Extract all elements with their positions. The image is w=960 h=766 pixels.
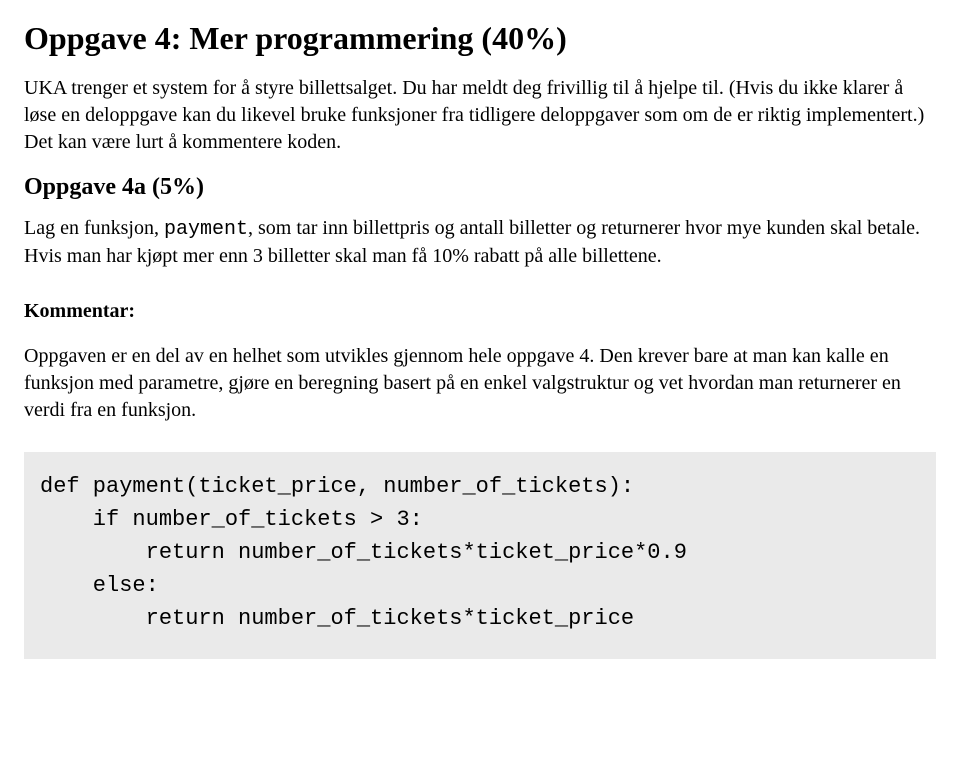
intro-paragraph: UKA trenger et system for å styre billet…	[24, 75, 936, 156]
subtask-text-prefix: Lag en funksjon,	[24, 217, 164, 239]
kommentar-label: Kommentar:	[24, 300, 135, 322]
kommentar-heading: Kommentar:	[24, 298, 936, 325]
code-block: def payment(ticket_price, number_of_tick…	[24, 452, 936, 659]
subtask-title: Oppgave 4a (5%)	[24, 174, 936, 201]
subtask-description: Lag en funksjon, payment, som tar inn bi…	[24, 215, 936, 270]
main-title: Oppgave 4: Mer programmering (40%)	[24, 20, 936, 57]
inline-code-payment: payment	[164, 218, 248, 241]
kommentar-text: Oppgaven er en del av en helhet som utvi…	[24, 343, 936, 424]
